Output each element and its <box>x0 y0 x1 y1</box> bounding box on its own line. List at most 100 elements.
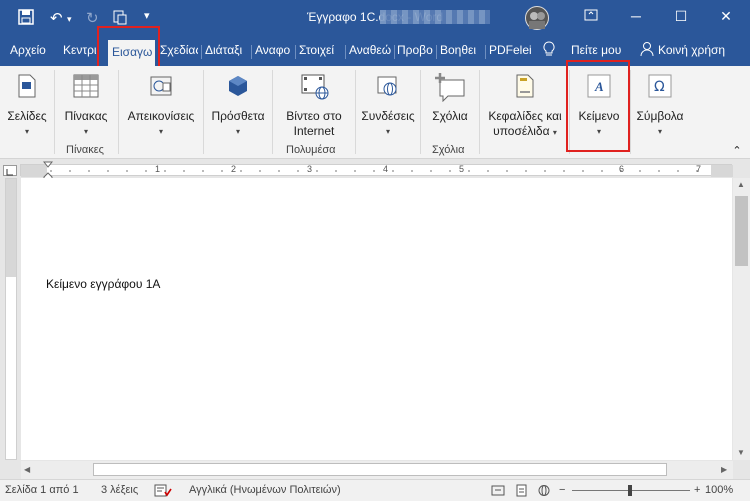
pages-button[interactable]: Σελίδες ▾ <box>2 70 52 136</box>
tab-file[interactable]: Αρχείο <box>10 43 52 57</box>
video-icon <box>301 74 329 100</box>
vertical-ruler[interactable] <box>5 178 17 460</box>
header-footer-label-text: υποσέλιδα <box>493 124 550 138</box>
share-button[interactable]: Κοινή χρήση <box>658 43 725 57</box>
table-label: Πίνακας <box>64 109 108 123</box>
close-button[interactable]: ✕ <box>708 6 744 26</box>
proofing-icon[interactable] <box>154 484 172 500</box>
group-separator <box>479 70 480 154</box>
user-name-blurred <box>380 10 490 24</box>
page-icon <box>18 74 36 98</box>
focus-mode-icon[interactable] <box>491 484 505 500</box>
tell-me-search[interactable]: Πείτε μου <box>571 43 621 57</box>
horizontal-scrollbar[interactable]: ◀ ▶ <box>21 461 733 479</box>
tab-layout[interactable]: Διάταξι <box>205 43 249 57</box>
svg-text:A: A <box>594 79 604 94</box>
ruler-number: 2 <box>231 164 237 174</box>
links-label: Συνδέσεις <box>361 109 415 123</box>
tab-selector-icon[interactable] <box>3 165 17 176</box>
addins-button[interactable]: Πρόσθετα ▾ <box>207 70 269 136</box>
comment-label: Σχόλια <box>432 109 468 123</box>
ruler-number: 1 <box>155 164 161 174</box>
tab-separator <box>295 45 296 59</box>
link-globe-icon <box>377 76 397 96</box>
vertical-ruler-margin <box>6 179 16 277</box>
text-button[interactable]: A Κείμενο ▾ <box>574 70 624 136</box>
shapes-icon <box>150 76 172 96</box>
tab-references[interactable]: Αναφο <box>255 43 292 57</box>
group-separator <box>420 70 421 154</box>
print-layout-icon[interactable] <box>514 484 528 500</box>
ribbon: Σελίδες ▾ Πίνακας ▾ Πίνακες Απεικονίσεις… <box>0 66 750 159</box>
tab-home[interactable]: Κεντρι <box>63 43 101 57</box>
scroll-up-icon[interactable]: ▲ <box>737 180 745 189</box>
status-bar: Σελίδα 1 από 1 3 λέξεις Αγγλικά (Ηνωμένω… <box>0 479 750 501</box>
comment-button[interactable]: Σχόλια <box>424 70 476 136</box>
header-footer-button[interactable]: Κεφαλίδες και υποσέλιδα ▾ <box>483 70 567 138</box>
tab-mailings[interactable]: Στοιχεί <box>299 43 342 57</box>
web-layout-icon[interactable] <box>537 484 551 500</box>
tab-review[interactable]: Αναθεώ <box>349 43 391 57</box>
media-group-label: Πολυμέσα <box>286 144 336 156</box>
tab-pdfelement[interactable]: PDFelei <box>489 43 532 57</box>
share-person-icon[interactable] <box>640 41 656 60</box>
comments-group-label: Σχόλια <box>432 144 465 156</box>
maximize-button[interactable]: ☐ <box>663 6 699 26</box>
zoom-in-icon[interactable]: + <box>694 484 700 496</box>
vertical-scrollbar[interactable]: ▲ ▼ <box>733 178 750 460</box>
tab-design[interactable]: Σχεδίας <box>160 43 198 57</box>
tab-help[interactable]: Βοηθει <box>440 43 482 57</box>
document-page[interactable]: Κείμενο εγγράφου 1Α <box>21 178 732 460</box>
chevron-down-icon: ▾ <box>235 127 240 136</box>
tab-separator <box>436 45 437 59</box>
group-separator <box>118 70 119 154</box>
title-bar: ↶ ▾ ↻ ▾ Έγγραφο 1C.docx - Word ─ ☐ ✕ <box>0 0 750 36</box>
word-count[interactable]: 3 λέξεις <box>101 484 138 496</box>
language-indicator[interactable]: Αγγλικά (Ηνωμένων Πολιτειών) <box>189 484 341 496</box>
group-separator <box>203 70 204 154</box>
chevron-down-icon: ▾ <box>83 127 88 136</box>
online-video-button[interactable]: Βίντεο στο Internet <box>276 70 352 138</box>
page-count[interactable]: Σελίδα 1 από 1 <box>5 484 79 496</box>
chevron-down-icon: ▾ <box>596 127 601 136</box>
ribbon-display-options-icon[interactable] <box>573 6 609 26</box>
tab-insert[interactable]: Εισαγω <box>108 40 155 66</box>
chevron-down-icon: ▾ <box>24 127 29 136</box>
scroll-left-icon[interactable]: ◀ <box>24 465 30 474</box>
table-button[interactable]: Πίνακας ▾ <box>58 70 114 136</box>
scroll-down-icon[interactable]: ▼ <box>737 448 745 457</box>
group-separator <box>630 70 631 154</box>
links-button[interactable]: Συνδέσεις ▾ <box>359 70 417 136</box>
ruler-number: 5 <box>459 164 465 174</box>
chevron-down-icon: ▾ <box>657 127 662 136</box>
collapse-ribbon-icon[interactable]: ⌃ <box>730 144 744 157</box>
tables-group-label: Πίνακες <box>66 144 104 156</box>
horizontal-ruler[interactable]: 1 2 3 4 5 6 7 <box>20 164 733 177</box>
symbols-button[interactable]: Ω Σύμβολα ▾ <box>634 70 686 136</box>
tab-separator <box>345 45 346 59</box>
pages-label: Σελίδες <box>7 109 47 123</box>
horizontal-scroll-thumb[interactable] <box>93 463 667 476</box>
avatar[interactable] <box>525 6 549 30</box>
ruler-number: 3 <box>307 164 313 174</box>
vertical-scroll-thumb[interactable] <box>735 196 748 266</box>
illustrations-button[interactable]: Απεικονίσεις ▾ <box>122 70 200 136</box>
online-video-label-line2: Internet <box>293 124 335 138</box>
zoom-level[interactable]: 100% <box>705 484 733 496</box>
group-separator <box>355 70 356 154</box>
ruler-number: 4 <box>383 164 389 174</box>
lightbulb-icon[interactable] <box>543 41 555 60</box>
document-text[interactable]: Κείμενο εγγράφου 1Α <box>46 277 160 291</box>
header-footer-icon <box>516 74 534 98</box>
zoom-out-icon[interactable]: − <box>559 484 565 496</box>
scroll-right-icon[interactable]: ▶ <box>721 465 727 474</box>
text-label: Κείμενο <box>578 109 620 123</box>
addins-cube-icon <box>229 76 247 96</box>
tab-separator <box>394 45 395 59</box>
svg-text:Ω: Ω <box>654 79 665 95</box>
minimize-button[interactable]: ─ <box>618 6 654 26</box>
group-separator <box>569 70 570 154</box>
tab-view[interactable]: Προβο <box>397 43 433 57</box>
ribbon-tabs: Αρχείο Κεντρι Εισαγω Σχεδίας Διάταξι Ανα… <box>0 36 750 66</box>
zoom-slider[interactable] <box>572 484 690 500</box>
